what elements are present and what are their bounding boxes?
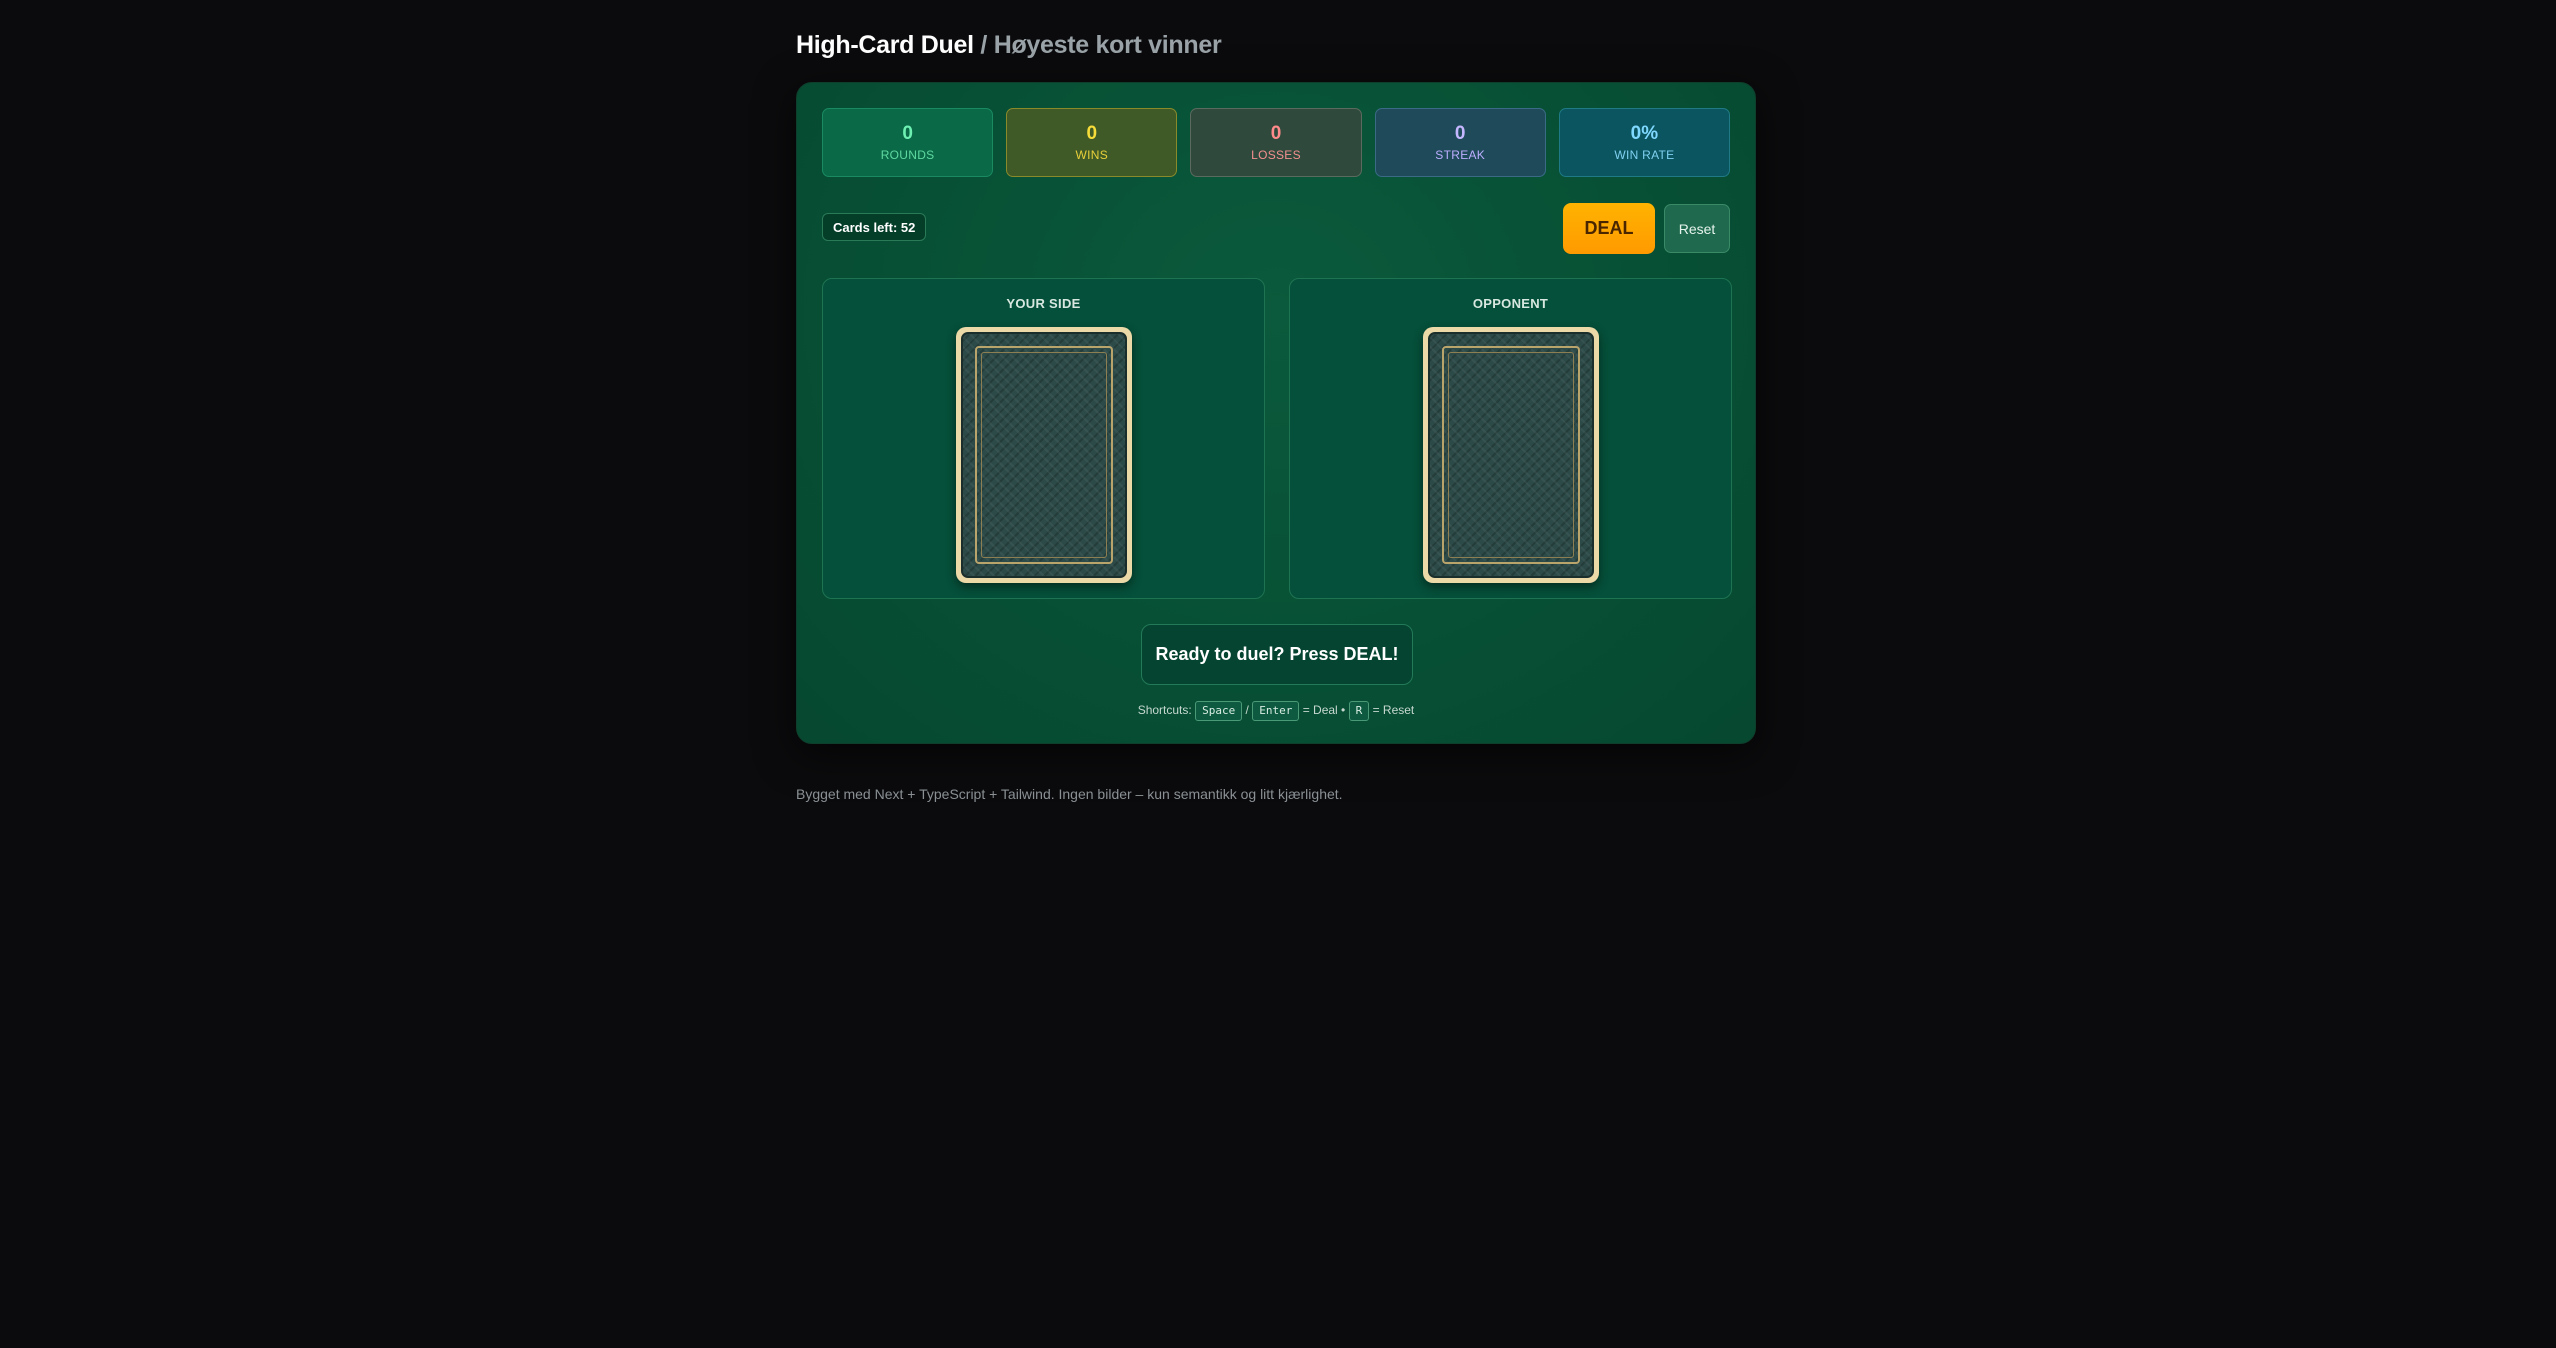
stat-losses: 0 LOSSES — [1190, 108, 1362, 177]
stat-rounds-label: ROUNDS — [880, 148, 935, 162]
card-back-pattern — [1428, 332, 1594, 578]
shortcuts-deal-text: = Deal • — [1302, 703, 1346, 718]
stat-rounds-value: 0 — [902, 123, 913, 144]
page: High-Card Duel / Høyeste kort vinner 0 R… — [796, 28, 1756, 802]
stat-win-rate-value: 0% — [1630, 123, 1659, 144]
shortcuts-hint: Shortcuts: Space / Enter = Deal • R = Re… — [797, 701, 1755, 721]
stat-rounds: 0 ROUNDS — [822, 108, 994, 177]
your-card-back — [956, 327, 1132, 583]
stat-streak-label: STREAK — [1435, 148, 1486, 162]
page-title-subtitle: / Høyeste kort vinner — [980, 31, 1222, 59]
shortcuts-separator: / — [1245, 703, 1249, 718]
shortcuts-reset-text: = Reset — [1372, 703, 1415, 718]
your-side-panel: YOUR SIDE — [822, 278, 1265, 599]
opponent-panel: OPPONENT — [1289, 278, 1732, 599]
stat-wins: 0 WINS — [1006, 108, 1178, 177]
cards-left-badge: Cards left: 52 — [822, 213, 927, 241]
stat-streak: 0 STREAK — [1374, 108, 1546, 177]
key-r: R — [1348, 701, 1370, 721]
footer-text: Bygget med Next + TypeScript + Tailwind.… — [796, 786, 1343, 802]
page-title-main: High-Card Duel — [796, 31, 974, 59]
opponent-label: OPPONENT — [1472, 296, 1549, 311]
status-message: Ready to duel? Press DEAL! — [1141, 624, 1413, 685]
stat-wins-label: WINS — [1075, 148, 1109, 162]
page-title: High-Card Duel / Høyeste kort vinner — [796, 28, 1756, 62]
stat-win-rate: 0% WIN RATE — [1558, 108, 1731, 177]
card-back-pattern — [961, 332, 1127, 578]
stat-wins-value: 0 — [1086, 123, 1098, 144]
shortcuts-prefix: Shortcuts: — [1137, 703, 1192, 718]
opponent-card-back — [1423, 327, 1599, 583]
deal-button[interactable]: DEAL — [1563, 203, 1655, 254]
stat-losses-value: 0 — [1270, 123, 1282, 144]
stat-streak-value: 0 — [1454, 123, 1466, 144]
stats-bar: 0 ROUNDS 0 WINS 0 LOSSES 0 STREAK 0% WIN… — [822, 108, 1731, 177]
reset-button[interactable]: Reset — [1664, 204, 1730, 253]
your-side-label: YOUR SIDE — [1006, 296, 1081, 311]
stat-win-rate-label: WIN RATE — [1614, 148, 1675, 162]
key-space: Space — [1195, 701, 1243, 721]
key-enter: Enter — [1252, 701, 1300, 721]
stat-losses-label: LOSSES — [1251, 148, 1301, 162]
game-table: 0 ROUNDS 0 WINS 0 LOSSES 0 STREAK 0% WIN… — [796, 82, 1756, 744]
